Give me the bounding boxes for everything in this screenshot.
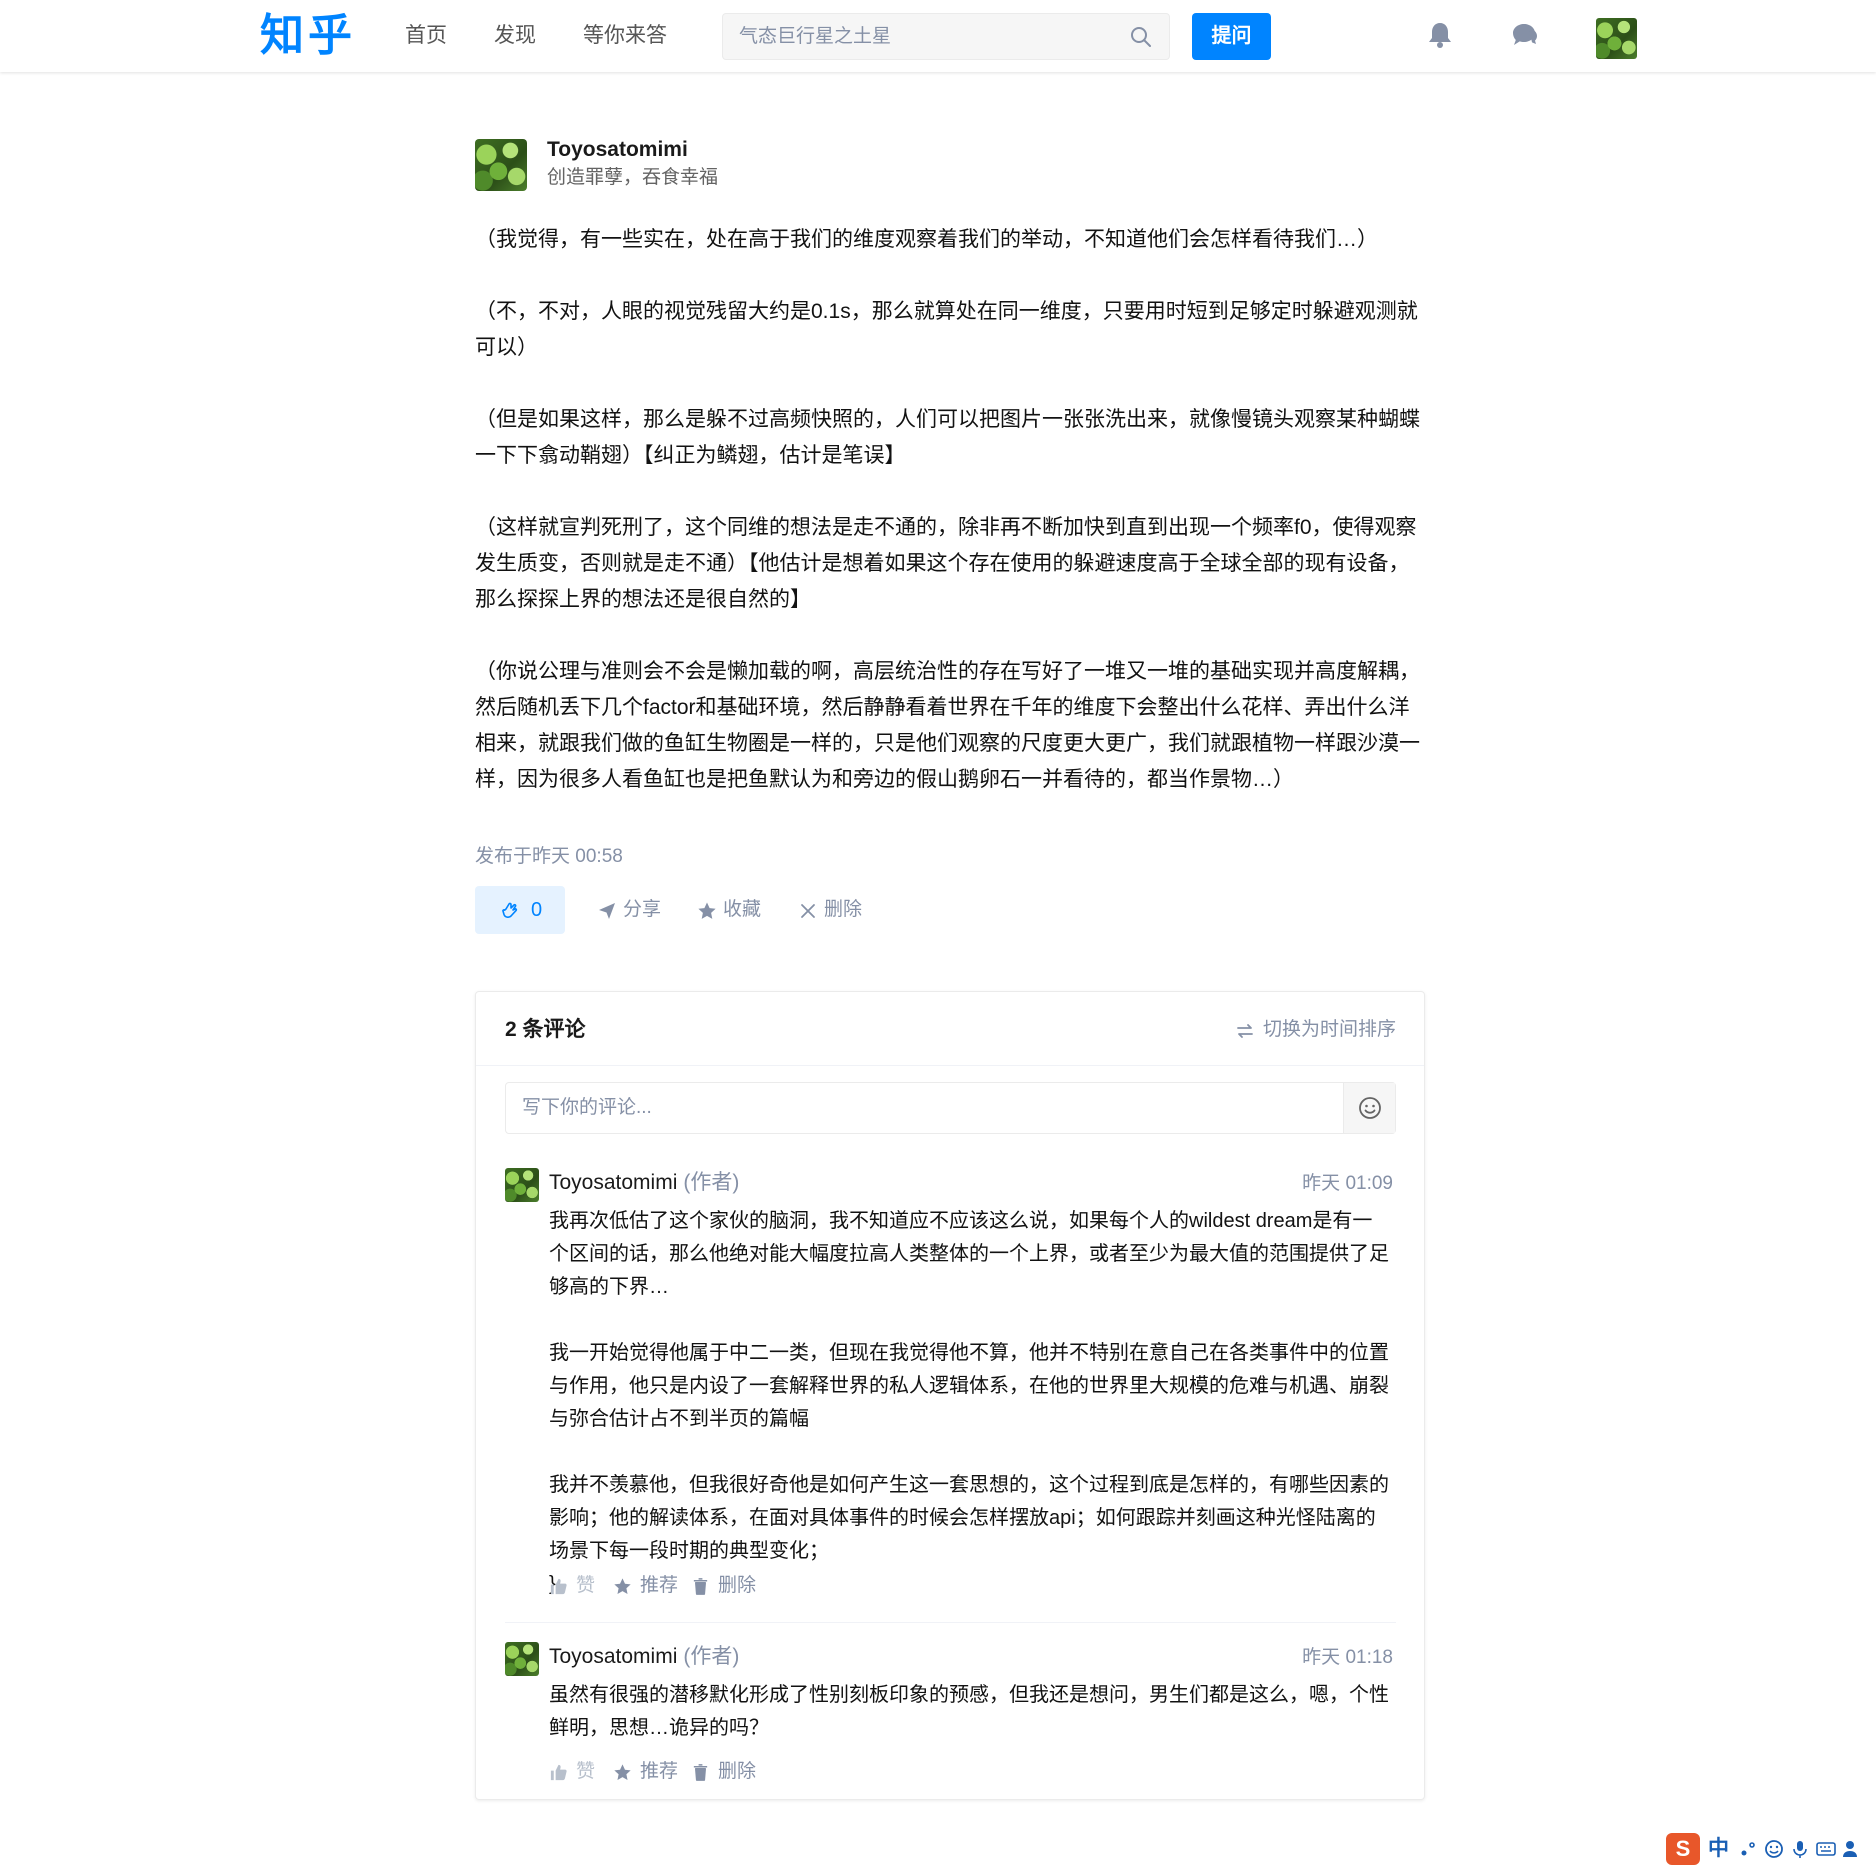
share-label: 分享 — [623, 899, 662, 920]
post-paragraph: （你说公理与准则会不会是懒加载的啊，高层统治性的存在写好了一堆又一堆的基础实现并… — [475, 660, 1420, 791]
comment-time: 昨天 01:18 — [1302, 1647, 1393, 1668]
sort-toggle-label: 切换为时间排序 — [1262, 1019, 1396, 1040]
trash-icon — [693, 1578, 708, 1595]
star-icon — [614, 1764, 631, 1781]
collect-label: 收藏 — [723, 899, 762, 920]
post-paragraph: （不，不对，人眼的视觉残留大约是0.1s，那么就算处在同一维度，只要用时短到足够… — [475, 300, 1418, 359]
like-label: 赞 — [576, 1575, 596, 1596]
divider — [476, 1065, 1424, 1066]
comment-time: 昨天 01:09 — [1302, 1173, 1393, 1194]
search-icon[interactable] — [1129, 25, 1153, 49]
nav-home-link[interactable]: 首页 — [405, 22, 447, 50]
search-bar — [722, 13, 1170, 60]
bell-icon[interactable] — [1424, 19, 1456, 51]
delete-label: 删除 — [718, 1761, 757, 1782]
chat-icon[interactable] — [1509, 19, 1541, 51]
vote-count: 0 — [531, 899, 543, 921]
applaud-button[interactable]: 0 — [475, 886, 565, 934]
emoji-button[interactable] — [1343, 1083, 1395, 1133]
delete-label: 删除 — [824, 899, 863, 920]
applause-icon — [502, 902, 518, 918]
ask-question-button[interactable]: 提问 — [1192, 13, 1271, 60]
recommend-label: 推荐 — [640, 1761, 679, 1782]
comments-card: 2 条评论 切换为时间排序 Toyosatomimi (作者) 昨天 01:09 … — [475, 991, 1425, 1800]
nav-waiting-answers-link[interactable]: 等你来答 — [583, 22, 667, 50]
author-tag: (作者) — [683, 1645, 740, 1668]
smiley-icon — [1359, 1097, 1381, 1119]
search-input[interactable] — [739, 14, 1119, 59]
comment-paragraph: 我再次低估了这个家伙的脑洞，我不知道应不应该这么说，如果每个人的wildest … — [549, 1210, 1389, 1298]
comment-input[interactable] — [522, 1083, 1332, 1133]
commenter-avatar[interactable] — [505, 1642, 539, 1676]
commenter-name[interactable]: Toyosatomimi (作者) — [549, 1168, 739, 1198]
top-navbar: 知乎 首页 发现 等你来答 提问 — [0, 0, 1876, 72]
author-avatar[interactable] — [475, 139, 527, 191]
user-settings-icon[interactable] — [1842, 1839, 1862, 1859]
nav-explore-link[interactable]: 发现 — [494, 22, 536, 50]
commenter-name[interactable]: Toyosatomimi (作者) — [549, 1642, 739, 1672]
paper-plane-icon — [599, 903, 615, 919]
comment-item: Toyosatomimi (作者) 昨天 01:09 我再次低估了这个家伙的脑洞，… — [505, 1168, 1396, 1596]
author-name[interactable]: Toyosatomimi — [547, 136, 688, 164]
publish-time: 发布于昨天 00:58 — [475, 846, 623, 867]
commenter-avatar[interactable] — [505, 1168, 539, 1202]
swap-icon — [1237, 1024, 1253, 1038]
star-icon — [698, 902, 716, 919]
post-content: （我觉得，有一些实在，处在高于我们的维度观察着我们的举动，不知道他们会怎样看待我… — [475, 222, 1427, 798]
zhihu-logo[interactable]: 知乎 — [260, 6, 356, 66]
comment-content: 虽然有很强的潜移默化形成了性别刻板印象的预感，但我还是想问，男生们都是这么，嗯，… — [549, 1679, 1392, 1745]
sort-toggle-button[interactable]: 切换为时间排序 — [1237, 1016, 1396, 1044]
comment-paragraph: 我并不羡慕他，但我很好奇他是如何产生这一套思想的，这个过程到底是怎样的，有哪些因… — [549, 1474, 1389, 1562]
thumbs-up-icon — [550, 1578, 567, 1595]
comment-input-box — [505, 1082, 1396, 1134]
microphone-icon[interactable] — [1790, 1839, 1810, 1859]
close-icon — [801, 904, 815, 918]
user-avatar[interactable] — [1596, 18, 1637, 59]
post-paragraph: （但是如果这样，那么是躲不过高频快照的，人们可以把图片一张张洗出来，就像慢镜头观… — [475, 408, 1420, 467]
trash-icon — [693, 1764, 708, 1781]
commenter-name-text[interactable]: Toyosatomimi — [549, 1645, 677, 1668]
star-icon — [614, 1578, 631, 1595]
comment-item: Toyosatomimi (作者) 昨天 01:18 虽然有很强的潜移默化形成了性… — [505, 1642, 1396, 1782]
punctuation-icon[interactable] — [1738, 1839, 1758, 1859]
author-tag: (作者) — [683, 1171, 740, 1194]
ime-mode-toggle[interactable]: 中 — [1708, 1835, 1729, 1863]
ime-toolbar: S 中 — [1662, 1833, 1876, 1865]
comment-paragraph: 虽然有很强的潜移默化形成了性别刻板印象的预感，但我还是想问，男生们都是这么，嗯，… — [549, 1684, 1389, 1739]
thumbs-up-icon — [550, 1764, 567, 1781]
post-paragraph: （这样就宣判死刑了，这个同维的想法是走不通的，除非再不断加快到直到出现一个频率f… — [475, 516, 1417, 611]
author-bio: 创造罪孽，吞食幸福 — [547, 167, 719, 188]
commenter-name-text[interactable]: Toyosatomimi — [549, 1171, 677, 1194]
keyboard-icon[interactable] — [1816, 1839, 1836, 1859]
like-label: 赞 — [576, 1761, 596, 1782]
divider — [505, 1622, 1396, 1623]
comments-count-title: 2 条评论 — [505, 1018, 586, 1041]
sogou-logo[interactable]: S — [1666, 1833, 1700, 1865]
comment-content: 我再次低估了这个家伙的脑洞，我不知道应不应该这么说，如果每个人的wildest … — [549, 1205, 1392, 1601]
delete-label: 删除 — [718, 1575, 757, 1596]
post-paragraph: （我觉得，有一些实在，处在高于我们的维度观察着我们的举动，不知道他们会怎样看待我… — [475, 228, 1378, 251]
emoji-icon[interactable] — [1764, 1839, 1784, 1859]
recommend-label: 推荐 — [640, 1575, 679, 1596]
comment-paragraph: 我一开始觉得他属于中二一类，但现在我觉得他不算，他并不特别在意自己在各类事件中的… — [549, 1342, 1389, 1430]
